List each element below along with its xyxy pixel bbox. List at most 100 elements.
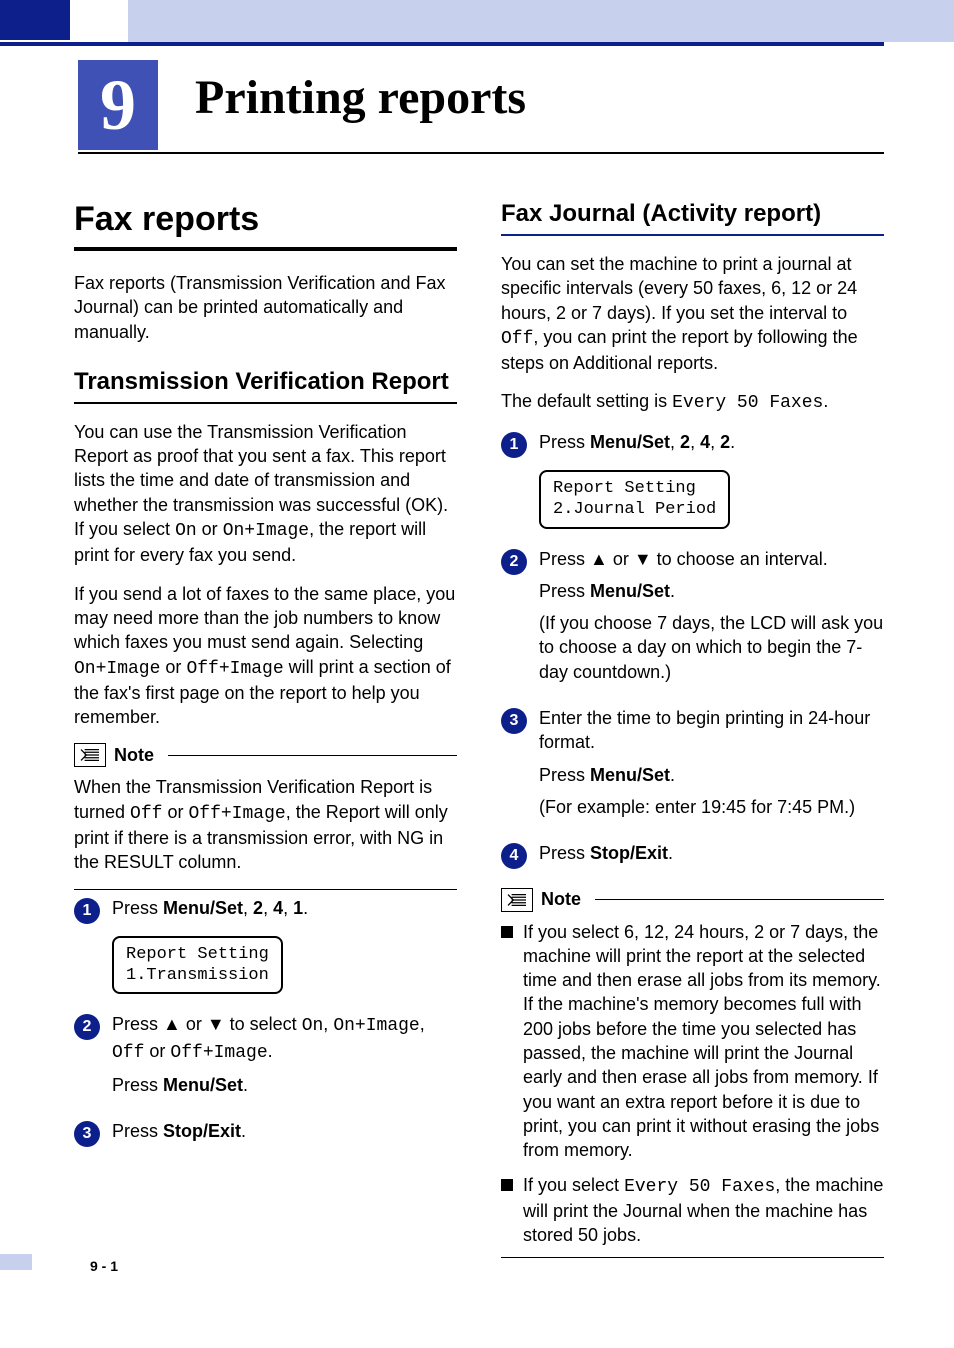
text-run: .: [243, 1075, 248, 1095]
key-stop-exit: Stop/Exit: [163, 1121, 241, 1141]
content-columns: Fax reports Fax reports (Transmission Ve…: [74, 200, 884, 1258]
note-head-rule: [595, 899, 884, 900]
step-3: 3 Enter the time to begin printing in 24…: [501, 706, 884, 827]
key-menu-set: Menu/Set: [590, 765, 670, 785]
code-off: Off: [130, 804, 162, 824]
note-icon: [501, 888, 533, 912]
code-off-image: Off+Image: [186, 659, 283, 679]
text-run: Enter the time to begin printing in 24-h…: [539, 706, 884, 755]
note-heading: Note: [74, 743, 457, 767]
manual-page: 9 Printing reports Fax reports Fax repor…: [0, 0, 954, 1348]
step-3-body: Press Stop/Exit.: [112, 1119, 457, 1151]
text-run: Press: [539, 581, 590, 601]
list-item: If you select Every 50 Faxes, the machin…: [501, 1173, 884, 1248]
code-on-image: On+Image: [74, 659, 160, 679]
text-run: ,: [283, 898, 293, 918]
key-2b: 2: [720, 432, 730, 452]
note-end-rule: [74, 889, 457, 890]
key-menu-set: Menu/Set: [590, 581, 670, 601]
code-off-image: Off+Image: [170, 1043, 267, 1063]
code-every-50: Every 50 Faxes: [624, 1177, 775, 1197]
note-icon: [74, 743, 106, 767]
key-2: 2: [680, 432, 690, 452]
text-run: .: [241, 1121, 246, 1141]
key-1: 1: [293, 898, 303, 918]
text-run: .: [823, 391, 828, 411]
text-run: or: [197, 519, 223, 539]
text-run: .: [730, 432, 735, 452]
step-2: 2 Press ▲ or ▼ to choose an interval. Pr…: [501, 547, 884, 692]
journal-paragraph-1: You can set the machine to print a journ…: [501, 252, 884, 375]
text-run: (For example: enter 19:45 for 7:45 PM.): [539, 795, 884, 819]
key-2: 2: [253, 898, 263, 918]
note-head-rule: [168, 755, 457, 756]
text-run: ,: [710, 432, 720, 452]
square-bullet-icon: [501, 926, 513, 938]
step-number-3: 3: [501, 708, 527, 734]
text-run: Press: [112, 1121, 163, 1141]
note-label: Note: [114, 745, 154, 766]
lcd-display-transmission: Report Setting 1.Transmission: [112, 936, 283, 995]
header-rule: [0, 42, 884, 46]
header-strip: [128, 0, 954, 42]
chapter-rule: [78, 152, 884, 154]
page-number: 9 - 1: [90, 1258, 118, 1274]
step-2-body: Press ▲ or ▼ to choose an interval. Pres…: [539, 547, 884, 692]
text-run: ,: [323, 1014, 333, 1034]
text-run: .: [268, 1041, 273, 1061]
key-4: 4: [700, 432, 710, 452]
left-column: Fax reports Fax reports (Transmission Ve…: [74, 200, 457, 1258]
note-label: Note: [541, 889, 581, 910]
step-1-body: Press Menu/Set, 2, 4, 2. Report Setting …: [539, 430, 884, 533]
step-1: 1 Press Menu/Set, 2, 4, 2. Report Settin…: [501, 430, 884, 533]
subsection-rule-blue: [501, 234, 884, 236]
steps-tvr: 1 Press Menu/Set, 2, 4, 1. Report Settin…: [74, 896, 457, 1152]
step-1-body: Press Menu/Set, 2, 4, 1. Report Setting …: [112, 896, 457, 999]
section-heading-fax-reports: Fax reports: [74, 200, 457, 239]
text-run: You can set the machine to print a journ…: [501, 254, 857, 323]
page-side-tab: [0, 1254, 32, 1270]
step-2: 2 Press ▲ or ▼ to select On, On+Image, O…: [74, 1012, 457, 1105]
text-run: ,: [690, 432, 700, 452]
text-run: or: [162, 802, 188, 822]
text-run: .: [668, 843, 673, 863]
text-run: The default setting is: [501, 391, 672, 411]
note-bullet-1: If you select 6, 12, 24 hours, 2 or 7 da…: [523, 920, 884, 1163]
text-run: .: [303, 898, 308, 918]
note-body: When the Transmission Verification Repor…: [74, 775, 457, 874]
text-run: .: [670, 581, 675, 601]
chapter-number-box: 9: [78, 60, 158, 150]
chapter-number: 9: [100, 64, 136, 147]
subsection-transmission-verification: Transmission Verification Report: [74, 368, 457, 396]
text-run: ,: [670, 432, 680, 452]
step-4-body: Press Stop/Exit.: [539, 841, 884, 873]
code-on-image: On+Image: [333, 1016, 419, 1036]
lcd-display-journal: Report Setting 2.Journal Period: [539, 470, 730, 529]
list-item: If you select 6, 12, 24 hours, 2 or 7 da…: [501, 920, 884, 1163]
step-3-body: Enter the time to begin printing in 24-h…: [539, 706, 884, 827]
code-off: Off: [501, 329, 533, 349]
note-heading: Note: [501, 888, 884, 912]
step-number-2: 2: [74, 1014, 100, 1040]
text-run: Press: [112, 1075, 163, 1095]
step-2-body: Press ▲ or ▼ to select On, On+Image, Off…: [112, 1012, 457, 1105]
code-every-50: Every 50 Faxes: [672, 393, 823, 413]
note-bullet-list: If you select 6, 12, 24 hours, 2 or 7 da…: [501, 920, 884, 1248]
key-menu-set: Menu/Set: [590, 432, 670, 452]
text-run: .: [670, 765, 675, 785]
code-off-image: Off+Image: [188, 804, 285, 824]
key-menu-set: Menu/Set: [163, 1075, 243, 1095]
code-off: Off: [112, 1043, 144, 1063]
text-run: ,: [420, 1014, 425, 1034]
steps-journal: 1 Press Menu/Set, 2, 4, 2. Report Settin…: [501, 430, 884, 874]
note-block: Note If you select 6, 12, 24 hours, 2 or…: [501, 888, 884, 1259]
tvr-paragraph-2: If you send a lot of faxes to the same p…: [74, 582, 457, 730]
text-run: Press ▲ or ▼ to choose an interval.: [539, 547, 884, 571]
step-1: 1 Press Menu/Set, 2, 4, 1. Report Settin…: [74, 896, 457, 999]
key-4: 4: [273, 898, 283, 918]
text-run: If you select: [523, 1175, 624, 1195]
text-run: or: [160, 657, 186, 677]
step-number-3: 3: [74, 1121, 100, 1147]
code-on: On: [302, 1016, 324, 1036]
code-on: On: [175, 521, 197, 541]
